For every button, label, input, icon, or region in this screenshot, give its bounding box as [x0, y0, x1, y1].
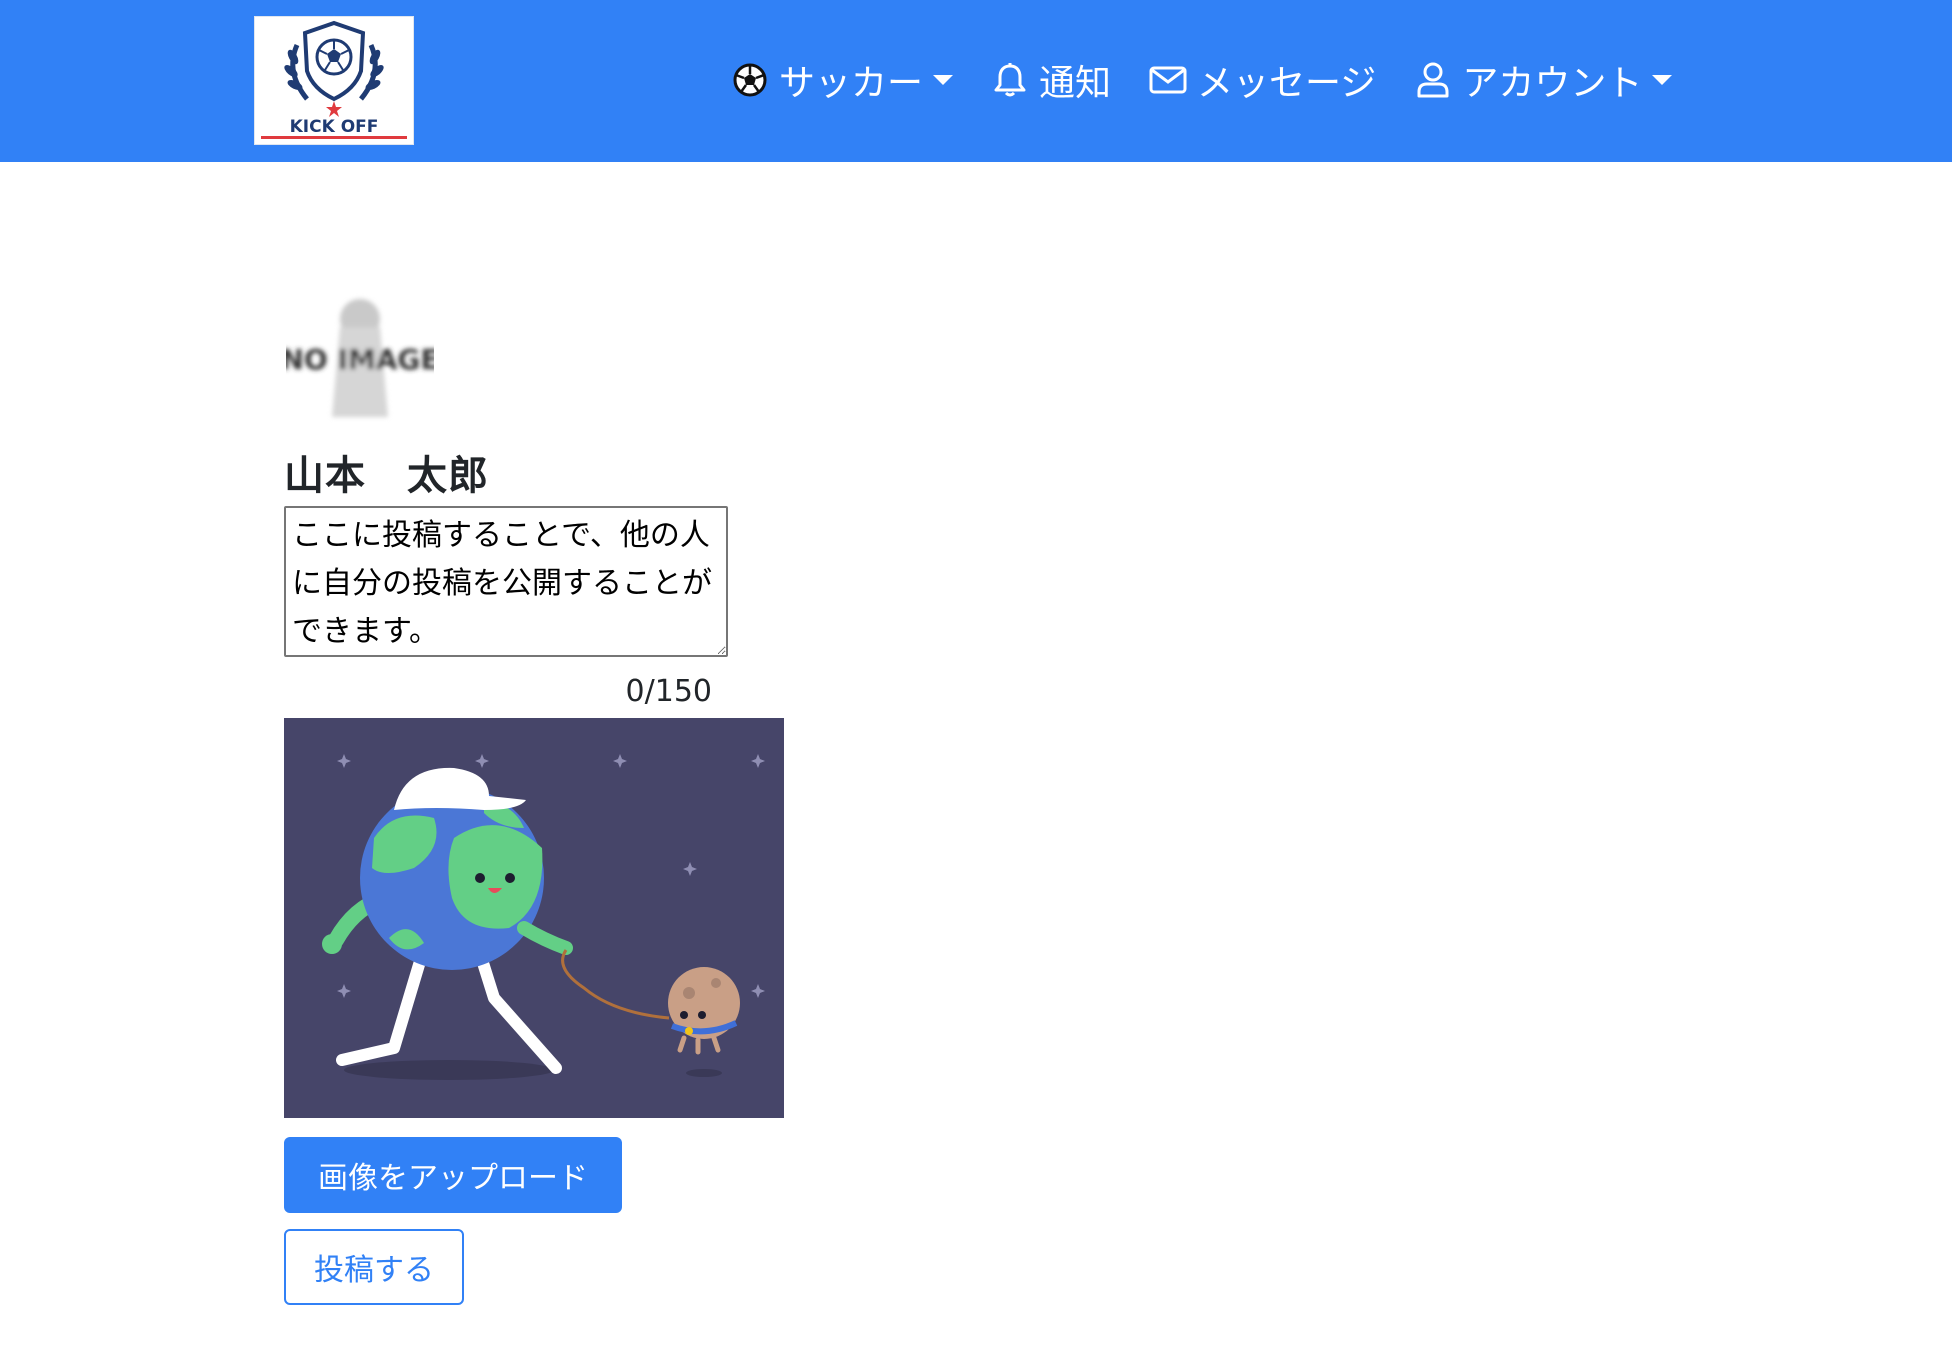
avatar: NO IMAGE [280, 287, 440, 427]
post-textarea[interactable] [284, 506, 728, 657]
chevron-down-icon [933, 75, 954, 85]
soccer-ball-icon [731, 61, 769, 99]
svg-text:NO IMAGE: NO IMAGE [286, 343, 434, 376]
upload-image-button[interactable]: 画像をアップロード [284, 1137, 622, 1213]
nav-account-dropdown[interactable]: アカウント [1414, 54, 1673, 106]
nav-notifications[interactable]: 通知 [991, 54, 1111, 106]
character-counter: 0/150 [625, 674, 712, 709]
uploaded-image-preview [284, 718, 784, 1118]
nav-soccer-label: サッカー [779, 63, 924, 104]
nav-messages[interactable]: メッセージ [1149, 54, 1376, 106]
envelope-icon [1149, 61, 1187, 99]
bell-icon [991, 61, 1029, 99]
submit-post-button[interactable]: 投稿する [284, 1229, 464, 1305]
nav-notifications-label: 通知 [1039, 63, 1112, 104]
chevron-down-icon [1652, 75, 1673, 85]
user-name: 山本 太郎 [284, 453, 489, 499]
nav-messages-label: メッセージ [1197, 63, 1377, 104]
nav-soccer-dropdown[interactable]: サッカー [731, 54, 954, 106]
kick-off-logo[interactable]: KICK OFF [254, 16, 414, 145]
main-nav: サッカー 通知 メッセージ アカウント [731, 48, 1673, 112]
person-icon [1414, 61, 1452, 99]
svg-text:KICK OFF: KICK OFF [290, 117, 379, 137]
navbar: KICK OFF サッカー 通知 メッセージ アカウント [0, 0, 1952, 162]
nav-account-label: アカウント [1462, 63, 1643, 104]
